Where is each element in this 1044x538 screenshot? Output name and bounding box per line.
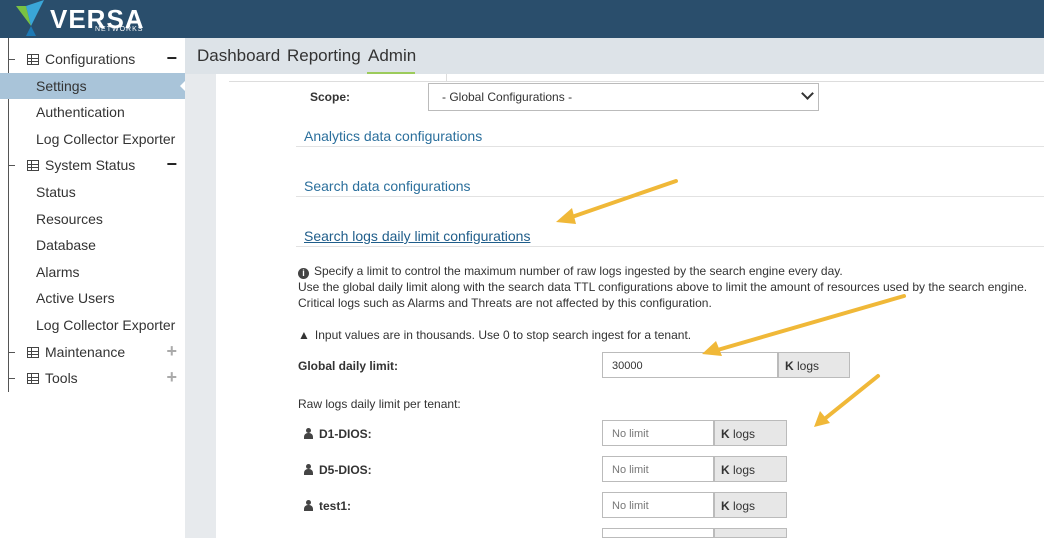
sidebar-item-log-collector-exporter[interactable]: Log Collector Exporter <box>0 126 185 152</box>
warning-note: ▲ Input values are in thousands. Use 0 to… <box>298 328 692 342</box>
expand-icon[interactable]: + <box>166 341 177 362</box>
collapse-icon[interactable]: − <box>166 48 177 69</box>
sidebar-group-maintenance[interactable]: Maintenance + <box>0 339 185 365</box>
divider <box>229 81 1044 82</box>
warning-icon: ▲ <box>298 328 310 342</box>
sidebar-item-database[interactable]: Database <box>0 232 185 258</box>
section-analytics-data[interactable]: Analytics data configurations <box>304 128 482 144</box>
sidebar-item-authentication[interactable]: Authentication <box>0 99 185 125</box>
sidebar-item-log-collector-exporter-status[interactable]: Log Collector Exporter <box>0 312 185 338</box>
table-icon <box>27 54 39 65</box>
tenant-label: D5-DIOS: <box>304 463 372 477</box>
scope-label: Scope: <box>310 90 351 104</box>
sidebar-item-label: Database <box>36 237 96 253</box>
main-nav: Dashboard Reporting Admin <box>185 38 1044 74</box>
sidebar-item-active-users[interactable]: Active Users <box>0 285 185 311</box>
global-daily-limit-unit: K logs <box>778 352 850 378</box>
divider <box>296 196 1044 197</box>
section-search-data[interactable]: Search data configurations <box>304 178 471 194</box>
brand-subtitle: NETWORKS <box>95 26 144 33</box>
sidebar-group-system-status[interactable]: System Status − <box>0 152 185 178</box>
tenant-limit-unit: K logs <box>714 492 787 518</box>
sidebar-item-resources[interactable]: Resources <box>0 206 185 232</box>
global-daily-limit-input[interactable]: 30000 <box>602 352 778 378</box>
tenant-limit-input[interactable]: No limit <box>602 456 714 482</box>
sidebar-item-label: Resources <box>36 211 103 227</box>
section-search-logs-daily-limit[interactable]: Search logs daily limit configurations <box>304 228 530 244</box>
info-line-3: Critical logs such as Alarms and Threats… <box>298 296 712 310</box>
versa-logo-icon <box>16 0 44 36</box>
divider <box>296 146 1044 147</box>
sidebar-item-status[interactable]: Status <box>0 179 185 205</box>
sidebar-group-tools[interactable]: Tools + <box>0 365 185 391</box>
sidebar-item-label: Log Collector Exporter <box>36 317 176 333</box>
sidebar-group-label: System Status <box>45 157 136 173</box>
user-icon <box>304 428 313 439</box>
sidebar-item-label: Authentication <box>36 104 125 120</box>
info-line-1: i Specify a limit to control the maximum … <box>298 264 843 279</box>
tenant-label: D1-DIOS: <box>304 427 372 441</box>
divider <box>296 246 1044 247</box>
user-icon <box>304 500 313 511</box>
sidebar-item-label: Status <box>36 184 76 200</box>
nav-reporting[interactable]: Reporting <box>287 46 361 66</box>
tenant-limit-input[interactable] <box>602 528 714 538</box>
user-icon <box>304 464 313 475</box>
global-daily-limit-label: Global daily limit: <box>298 359 399 373</box>
divider <box>446 74 447 82</box>
chevron-down-icon <box>801 87 814 100</box>
tenant-label: test1: <box>304 499 351 513</box>
sidebar-item-alarms[interactable]: Alarms <box>0 259 185 285</box>
nav-dashboard[interactable]: Dashboard <box>197 46 280 66</box>
sidebar-item-label: Settings <box>36 78 87 94</box>
sidebar-group-label: Tools <box>45 370 78 386</box>
table-icon <box>27 160 39 171</box>
tenant-limit-input[interactable]: No limit <box>602 420 714 446</box>
sidebar-item-label: Alarms <box>36 264 80 280</box>
info-line-2: Use the global daily limit along with th… <box>298 280 1028 294</box>
sidebar-item-label: Active Users <box>36 290 115 306</box>
sidebar-item-label: Log Collector Exporter <box>36 131 176 147</box>
tenant-limit-unit <box>714 528 787 538</box>
sidebar-item-settings[interactable]: Settings <box>0 73 186 99</box>
top-header: VERSA NETWORKS <box>0 0 1044 38</box>
scope-select-value: - Global Configurations - <box>442 90 573 104</box>
expand-icon[interactable]: + <box>166 367 177 388</box>
tenant-limit-unit: K logs <box>714 456 787 482</box>
tenant-limit-unit: K logs <box>714 420 787 446</box>
nav-admin[interactable]: Admin <box>368 46 416 66</box>
content-gutter <box>185 74 216 538</box>
sidebar-group-label: Maintenance <box>45 344 126 360</box>
info-icon: i <box>298 268 309 279</box>
table-icon <box>27 347 39 358</box>
tenant-limit-input[interactable]: No limit <box>602 492 714 518</box>
sidebar-group-label: Configurations <box>45 51 136 67</box>
per-tenant-label: Raw logs daily limit per tenant: <box>298 397 461 411</box>
scope-select[interactable]: - Global Configurations - <box>428 83 819 111</box>
sidebar-group-configurations[interactable]: Configurations − <box>0 46 185 72</box>
collapse-icon[interactable]: − <box>166 154 177 175</box>
table-icon <box>27 373 39 384</box>
